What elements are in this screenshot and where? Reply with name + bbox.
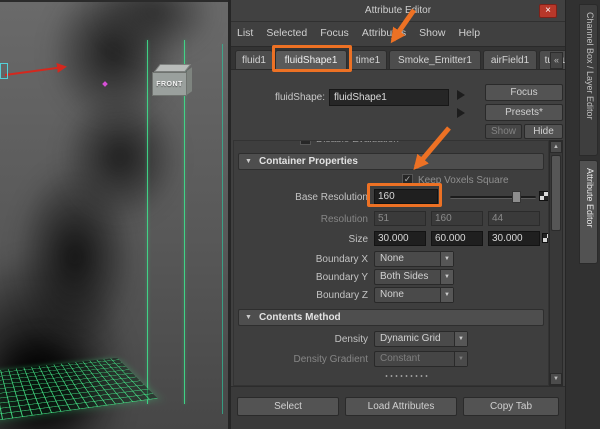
menubar: List Selected Focus Attributes Show Help — [231, 22, 565, 44]
viewport[interactable]: FRONT — [0, 0, 228, 429]
node-name-input[interactable] — [329, 89, 449, 106]
attribute-editor-panel: Attribute Editor × List Selected Focus A… — [231, 0, 565, 429]
menu-show[interactable]: Show — [419, 27, 445, 39]
resolution-x-field: 51 — [374, 211, 426, 226]
scroll-down-icon[interactable]: ▼ — [550, 373, 562, 385]
tab-fluid1[interactable]: fluid1 — [235, 50, 273, 69]
tab-smoke-emitter1[interactable]: Smoke_Emitter1 — [389, 50, 481, 69]
node-type-label: fluidShape: — [274, 92, 325, 103]
boundary-x-label: Boundary X — [315, 254, 368, 265]
scroll-up-icon[interactable]: ▲ — [550, 141, 562, 153]
section-container-properties[interactable]: ▼ Container Properties — [238, 153, 544, 170]
boundary-y-dropdown[interactable]: Both Sides ▼ — [374, 269, 454, 285]
panel-title: Attribute Editor — [364, 5, 432, 16]
chevron-down-icon: ▼ — [245, 158, 252, 165]
boundary-y-label: Boundary Y — [315, 272, 368, 283]
base-resolution-slider[interactable] — [450, 196, 536, 199]
view-cube[interactable]: FRONT — [152, 64, 192, 98]
node-history-icon[interactable] — [457, 90, 465, 100]
select-button[interactable]: Select — [237, 397, 339, 416]
disable-evaluation-label: Disable Evaluation — [316, 141, 399, 145]
density-gradient-label: Density Gradient — [293, 354, 368, 365]
tab-time1[interactable]: time1 — [349, 50, 387, 69]
panel-titlebar[interactable]: Attribute Editor × — [231, 0, 565, 22]
selection-marker — [0, 63, 8, 79]
dock-tab-attribute-editor[interactable]: Attribute Editor — [579, 160, 598, 264]
copy-tab-button[interactable]: Copy Tab — [463, 397, 559, 416]
load-attributes-button[interactable]: Load Attributes — [345, 397, 457, 416]
base-resolution-slider-handle[interactable] — [512, 191, 521, 203]
tab-overflow-icon[interactable]: « — [550, 52, 563, 69]
resolution-y-field: 160 — [431, 211, 483, 226]
map-texture-icon[interactable] — [542, 233, 548, 243]
presets-button[interactable]: Presets* — [485, 104, 563, 121]
resolution-z-field: 44 — [488, 211, 540, 226]
maya-window: FRONT Attribute Editor × List Selected F… — [0, 0, 600, 429]
boundary-z-label: Boundary Z — [316, 290, 368, 301]
density-gradient-dropdown: Constant ▼ — [374, 351, 468, 367]
view-cube-side[interactable] — [187, 67, 192, 95]
size-y-input[interactable] — [431, 231, 483, 246]
density-dropdown[interactable]: Dynamic Grid ▼ — [374, 331, 468, 347]
menu-list[interactable]: List — [237, 27, 253, 39]
boundary-x-dropdown[interactable]: None ▼ — [374, 251, 454, 267]
dock-strip: Channel Box / Layer Editor Attribute Edi… — [565, 0, 600, 429]
map-texture-icon[interactable] — [539, 191, 548, 201]
attribute-scroll-area[interactable]: Disable Evaluation ▼ Container Propertie… — [233, 140, 549, 386]
menu-help[interactable]: Help — [458, 27, 480, 39]
hide-button[interactable]: Hide — [524, 124, 563, 139]
chevron-down-icon: ▼ — [454, 352, 467, 366]
density-label: Density — [334, 334, 368, 345]
menu-focus[interactable]: Focus — [320, 27, 349, 39]
tab-airfield1[interactable]: airField1 — [483, 50, 537, 69]
view-cube-front[interactable]: FRONT — [152, 72, 187, 96]
show-button[interactable]: Show — [485, 124, 522, 139]
scroll-grip[interactable] — [384, 374, 428, 379]
chevron-down-icon: ▼ — [440, 288, 453, 302]
section-contents-method[interactable]: ▼ Contents Method — [238, 309, 544, 326]
panel-footer: Select Load Attributes Copy Tab — [231, 386, 565, 429]
fluid-container-edge — [147, 40, 148, 404]
keep-voxels-square-checkbox[interactable]: ✓ — [402, 174, 413, 185]
tab-fluidshape1[interactable]: fluidShape1 — [275, 50, 347, 69]
base-resolution-label: Base Resolution — [295, 192, 368, 203]
chevron-down-icon: ▼ — [440, 252, 453, 266]
menu-attributes[interactable]: Attributes — [362, 27, 406, 39]
node-tabstrip: fluid1 fluidShape1 time1 Smoke_Emitter1 … — [231, 46, 565, 70]
base-resolution-input[interactable] — [374, 189, 438, 204]
chevron-down-icon: ▼ — [454, 332, 467, 346]
node-future-icon[interactable] — [457, 108, 465, 118]
boundary-z-dropdown[interactable]: None ▼ — [374, 287, 454, 303]
resolution-label: Resolution — [320, 214, 368, 225]
vertical-scrollbar[interactable]: ▲ ▼ — [549, 140, 563, 386]
close-icon[interactable]: × — [539, 4, 557, 18]
dock-tab-channel-box[interactable]: Channel Box / Layer Editor — [579, 4, 598, 156]
size-x-input[interactable] — [374, 231, 426, 246]
size-label: Size — [348, 234, 368, 245]
size-z-input[interactable] — [488, 231, 540, 246]
focus-button[interactable]: Focus — [485, 84, 563, 101]
chevron-down-icon: ▼ — [245, 314, 252, 321]
menu-selected[interactable]: Selected — [266, 27, 307, 39]
fluid-container-edge — [222, 44, 223, 414]
view-cube-top[interactable] — [153, 64, 192, 72]
clipped-row: Disable Evaluation — [234, 141, 548, 149]
disable-evaluation-checkbox[interactable] — [300, 141, 311, 145]
chevron-down-icon: ▼ — [440, 270, 453, 284]
keep-voxels-square-label: Keep Voxels Square — [418, 175, 509, 186]
scrollbar-thumb[interactable] — [551, 155, 561, 231]
